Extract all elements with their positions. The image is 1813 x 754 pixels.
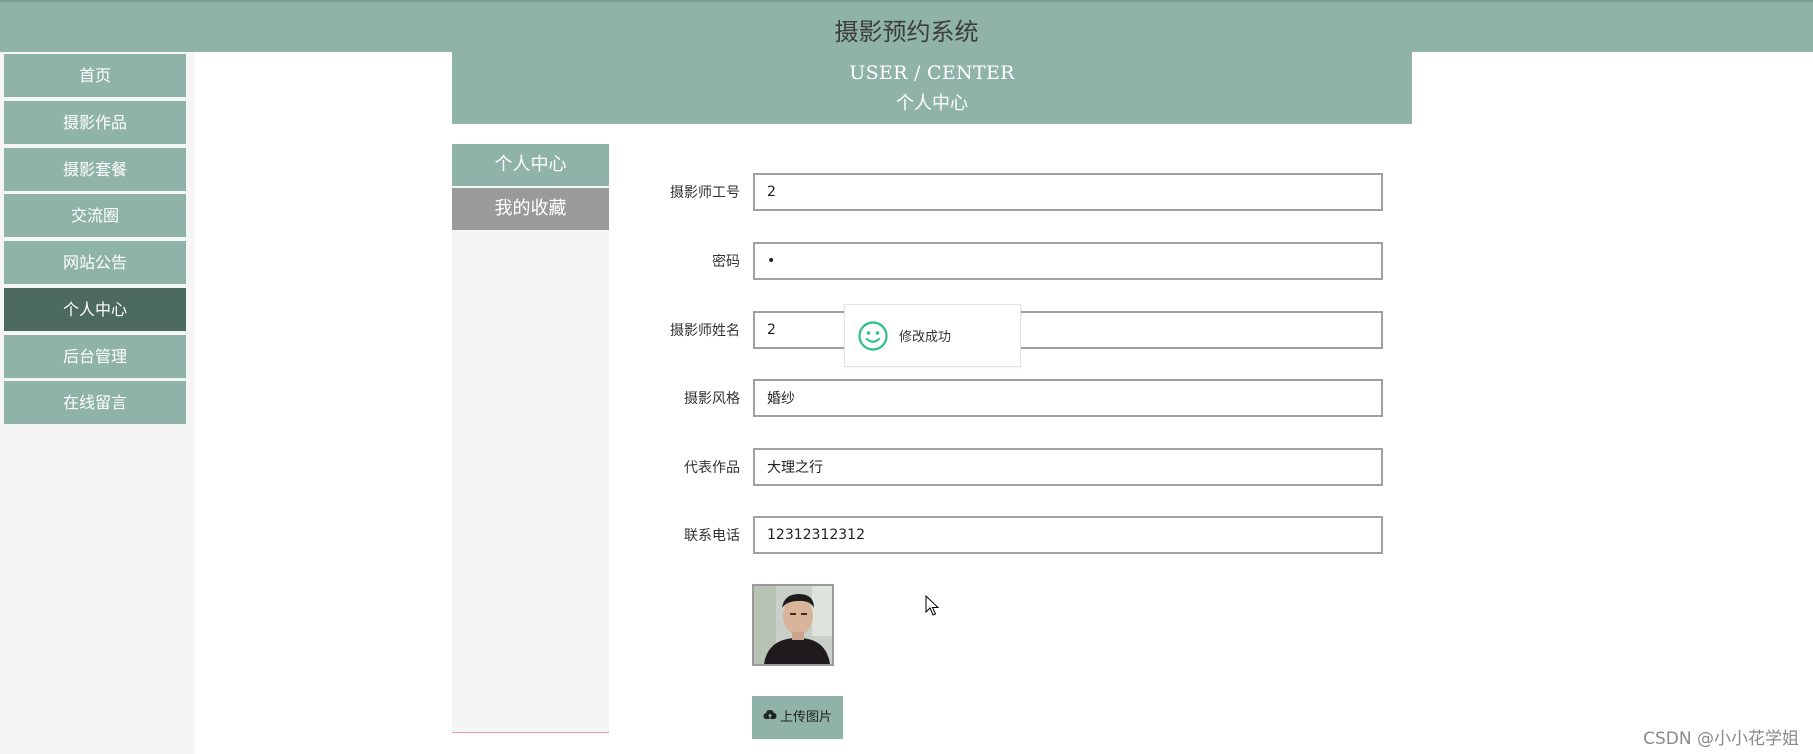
password-input[interactable] bbox=[753, 242, 1383, 280]
app-title: 摄影预约系统 bbox=[834, 18, 979, 46]
header-en-title: USER / CENTER bbox=[849, 62, 1015, 84]
upload-image-label: 上传图片 bbox=[779, 710, 832, 725]
nav-item-messages[interactable]: 在线留言 bbox=[4, 381, 186, 424]
nav-item-home[interactable]: 首页 bbox=[4, 54, 186, 97]
photo-style-label: 摄影风格 bbox=[684, 391, 740, 407]
toast-message: 修改成功 bbox=[899, 330, 952, 345]
top-header-bar: 摄影预约系统 bbox=[0, 0, 1813, 52]
left-sidebar: 首页 摄影作品 摄影套餐 交流圈 网站公告 个人中心 后台管理 在线留言 bbox=[0, 52, 195, 754]
nav-item-user-center[interactable]: 个人中心 bbox=[4, 288, 186, 331]
nav-item-announcements[interactable]: 网站公告 bbox=[4, 241, 186, 284]
photo-style-input[interactable] bbox=[753, 379, 1383, 417]
subnav-item-favorites[interactable]: 我的收藏 bbox=[452, 188, 609, 230]
form-row-password: 密码 bbox=[640, 242, 1385, 282]
avatar bbox=[752, 584, 834, 666]
watermark: CSDN @小小花学姐 bbox=[1643, 729, 1799, 749]
user-center-subnav: 个人中心 我的收藏 bbox=[452, 144, 609, 733]
nav-item-packages[interactable]: 摄影套餐 bbox=[4, 148, 186, 191]
mouse-cursor-icon bbox=[925, 595, 940, 616]
phone-input[interactable] bbox=[753, 516, 1383, 554]
form-row-photographer-id: 摄影师工号 bbox=[640, 173, 1385, 213]
avatar-photo bbox=[754, 586, 832, 664]
representative-work-label: 代表作品 bbox=[684, 460, 740, 476]
form-row-phone: 联系电话 bbox=[640, 516, 1385, 556]
photographer-id-label: 摄影师工号 bbox=[670, 185, 740, 201]
smile-icon bbox=[858, 321, 888, 351]
header-cn-title: 个人中心 bbox=[896, 93, 968, 114]
upload-image-button[interactable]: 上传图片 bbox=[752, 696, 843, 739]
photographer-id-input[interactable] bbox=[753, 173, 1383, 211]
phone-label: 联系电话 bbox=[684, 528, 740, 544]
subnav-item-user-center[interactable]: 个人中心 bbox=[452, 144, 609, 186]
representative-work-input[interactable] bbox=[753, 448, 1383, 486]
form-row-photo-style: 摄影风格 bbox=[640, 379, 1385, 419]
success-toast: 修改成功 bbox=[844, 304, 1021, 367]
password-label: 密码 bbox=[712, 254, 740, 270]
user-center-header: USER / CENTER 个人中心 bbox=[452, 52, 1412, 124]
photographer-name-label: 摄影师姓名 bbox=[670, 323, 740, 339]
form-row-representative-work: 代表作品 bbox=[640, 448, 1385, 488]
nav-item-works[interactable]: 摄影作品 bbox=[4, 101, 186, 144]
nav-item-admin[interactable]: 后台管理 bbox=[4, 335, 186, 378]
nav-item-community[interactable]: 交流圈 bbox=[4, 194, 186, 237]
cloud-upload-icon bbox=[763, 696, 777, 739]
